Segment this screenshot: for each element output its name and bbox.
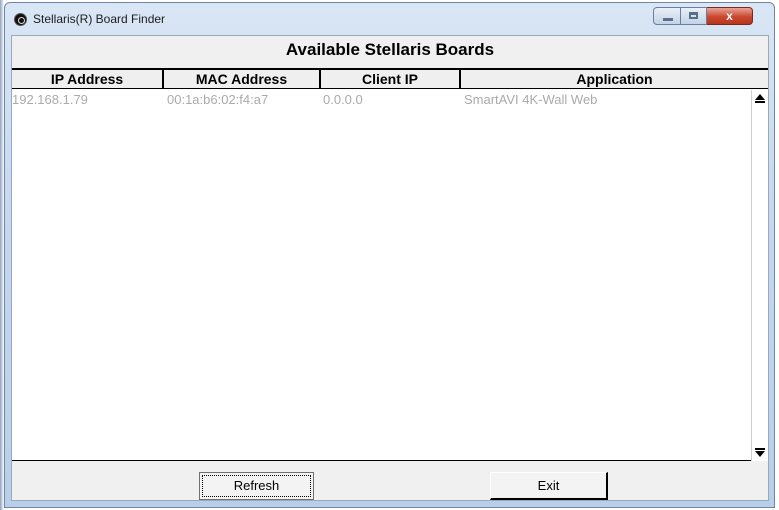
close-button[interactable]: x [707,7,753,25]
maximize-button[interactable] [681,7,707,25]
cell-client-ip: 0.0.0.0 [323,92,363,107]
column-mac-address[interactable]: MAC Address [164,70,321,89]
maximize-icon [689,12,698,19]
refresh-button[interactable]: Refresh [199,472,314,500]
exit-button[interactable]: Exit [490,472,608,500]
cell-mac-address: 00:1a:b6:02:f4:a7 [167,92,269,107]
close-icon: x [726,9,733,23]
scroll-up-arrow-icon[interactable] [752,90,768,106]
table-header: IP Address MAC Address Client IP Applica… [12,70,768,89]
cell-ip-address: 192.168.1.79 [12,92,88,107]
column-ip-address[interactable]: IP Address [12,70,164,89]
scroll-down-arrow-icon[interactable] [752,445,768,461]
minimize-button[interactable] [653,7,681,25]
window-title: Stellaris(R) Board Finder [33,12,166,26]
app-icon[interactable] [14,13,27,26]
title-bar[interactable]: Stellaris(R) Board Finder x [5,3,774,35]
boards-heading: Available Stellaris Boards [285,40,495,59]
vertical-scrollbar[interactable] [751,90,768,461]
boards-table[interactable]: IP Address MAC Address Client IP Applica… [12,68,768,461]
table-row[interactable]: 192.168.1.79 00:1a:b6:02:f4:a7 0.0.0.0 S… [12,90,747,108]
cell-application: SmartAVI 4K-Wall Web [464,92,598,107]
column-client-ip[interactable]: Client IP [321,70,461,89]
board-finder-window: Stellaris(R) Board Finder x Available St… [4,2,775,508]
minimize-icon [663,18,673,21]
client-area: Available Stellaris Boards IP Address MA… [11,35,769,501]
column-application[interactable]: Application [461,70,768,89]
